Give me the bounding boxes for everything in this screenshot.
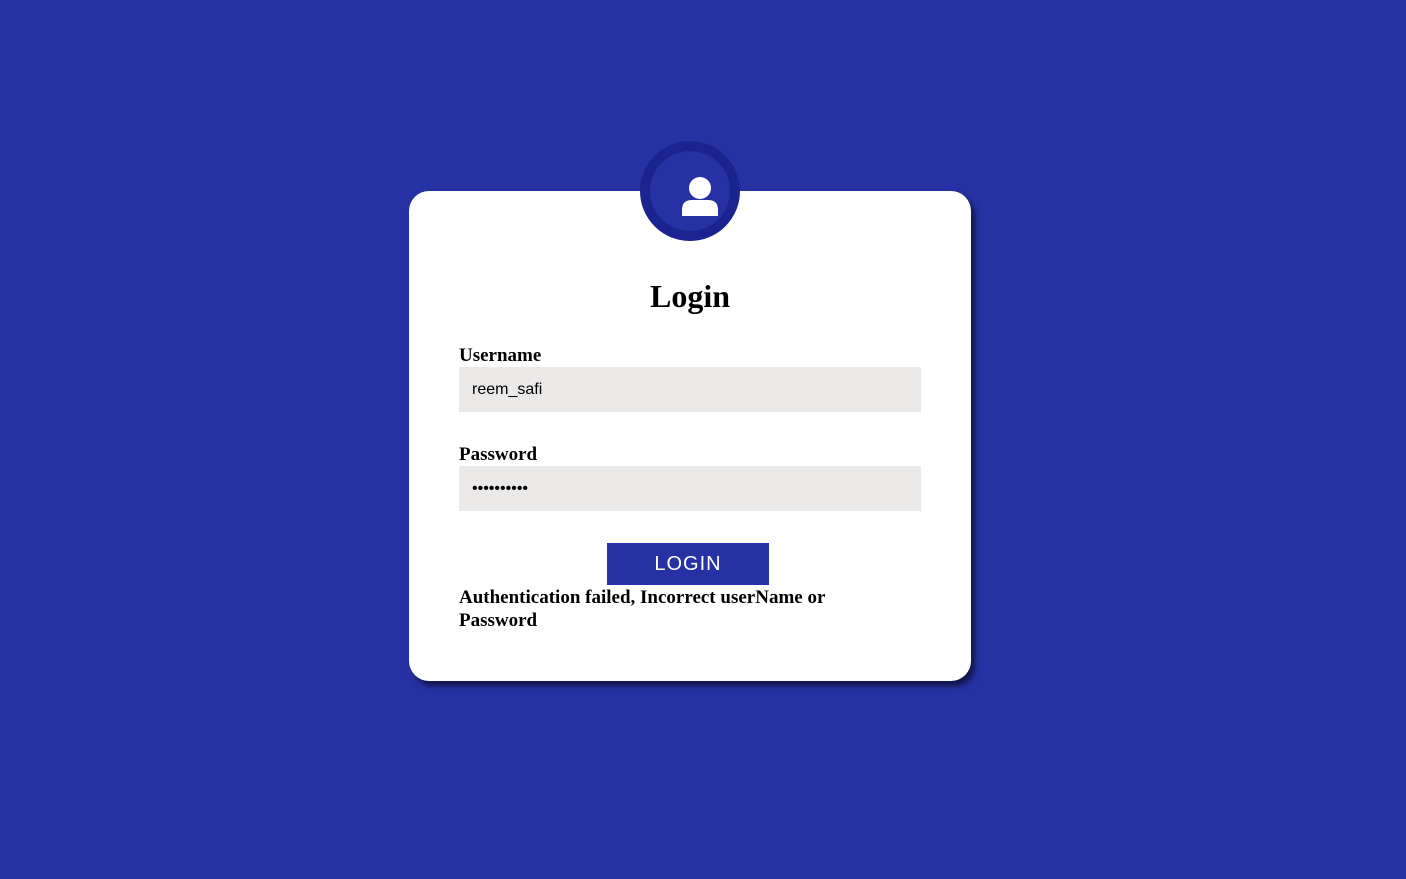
password-label: Password	[459, 444, 538, 465]
user-icon	[682, 177, 718, 216]
error-message: Authentication failed, Incorrect userNam…	[459, 587, 826, 631]
avatar	[640, 141, 740, 241]
username-label: Username	[459, 345, 542, 366]
username-input[interactable]	[459, 367, 921, 412]
password-input[interactable]	[459, 466, 921, 511]
login-title: Login	[649, 278, 731, 314]
login-button[interactable]: LOGIN	[607, 543, 769, 585]
